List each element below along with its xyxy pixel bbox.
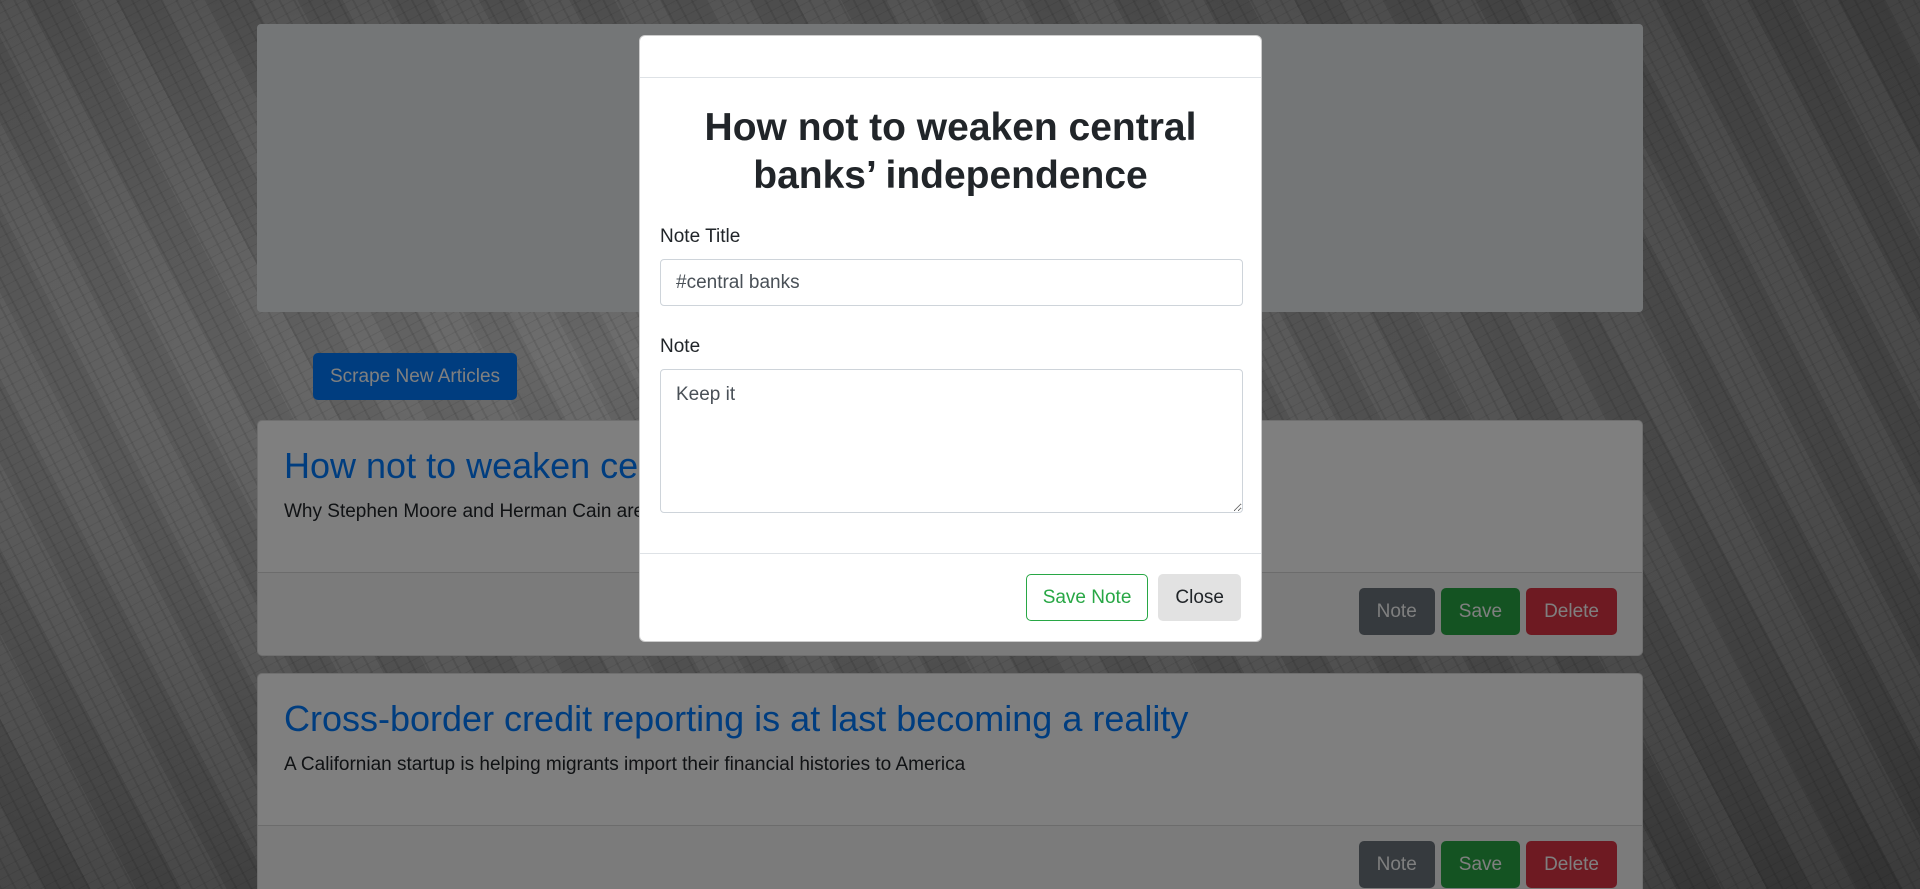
modal-footer: Save Note Close [640, 553, 1261, 641]
modal-body: How not to weaken central banks’ indepen… [640, 78, 1261, 513]
close-button[interactable]: Close [1158, 574, 1241, 621]
save-note-button[interactable]: Save Note [1025, 574, 1149, 621]
note-modal: How not to weaken central banks’ indepen… [639, 35, 1262, 642]
note-label: Note [660, 336, 701, 357]
note-title-input[interactable] [660, 259, 1243, 306]
modal-header [640, 36, 1261, 78]
note-textarea[interactable]: Keep it [660, 369, 1243, 513]
note-title-label: Note Title [660, 226, 741, 247]
modal-title: How not to weaken central banks’ indepen… [704, 106, 1197, 197]
modal-actions: Save Note Close [1025, 574, 1241, 621]
